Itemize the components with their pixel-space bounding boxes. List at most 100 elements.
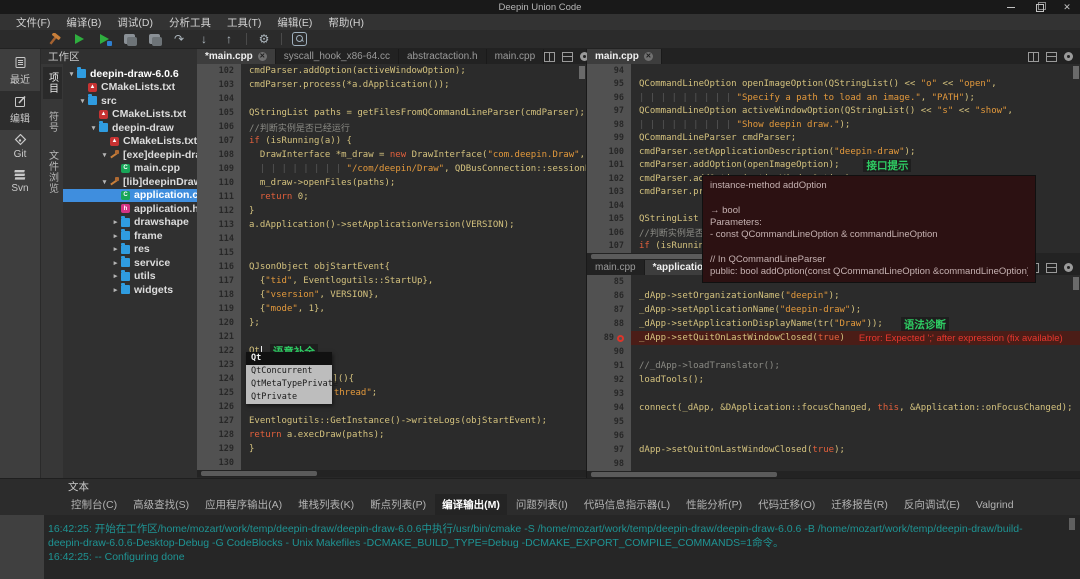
line-number[interactable]: 110 — [197, 176, 241, 190]
line-number[interactable]: 104 — [587, 199, 631, 213]
line-number[interactable]: 113 — [197, 218, 241, 232]
line-number[interactable]: 111 — [197, 190, 241, 204]
editor-tab[interactable]: *main.cpp✕ — [197, 49, 276, 64]
editor-tab[interactable]: main.cpp — [587, 260, 645, 275]
line-number[interactable]: 107 — [587, 240, 631, 254]
line-number[interactable]: 98 — [587, 118, 631, 132]
completion-item[interactable]: QtConcurrent — [246, 365, 332, 378]
activity-item-最近[interactable]: 最近 — [0, 52, 40, 91]
minimize-button[interactable] — [1006, 2, 1016, 12]
right-bottom-editor-vscrollbar[interactable] — [1073, 277, 1079, 290]
breakpoint-icon[interactable] — [617, 335, 624, 342]
bottom-tab[interactable]: 问题列表(I) — [509, 494, 575, 515]
settings-gear-icon[interactable]: ⚙ — [256, 32, 272, 46]
bottom-tab[interactable]: 代码信息指示器(L) — [577, 494, 677, 515]
menu-item[interactable]: 编辑(E) — [269, 15, 320, 30]
menu-item[interactable]: 工具(T) — [219, 15, 269, 30]
expand-arrow-icon[interactable]: ▸ — [111, 245, 120, 253]
tree-item[interactable]: ▸utils — [63, 270, 197, 284]
line-number[interactable]: 103 — [197, 78, 241, 92]
line-number[interactable]: 104 — [197, 92, 241, 106]
line-number[interactable]: 105 — [197, 106, 241, 120]
line-number[interactable]: 97 — [587, 105, 631, 119]
tree-item[interactable]: Capplication.cpp — [63, 189, 197, 203]
close-group-icon[interactable] — [1064, 263, 1073, 272]
line-number[interactable]: 128 — [197, 428, 241, 442]
line-number[interactable]: 94 — [587, 64, 631, 78]
expand-arrow-icon[interactable]: ▸ — [111, 259, 120, 267]
expand-arrow-icon[interactable]: ▸ — [111, 218, 120, 226]
left-editor-vscrollbar[interactable] — [579, 66, 585, 79]
line-number[interactable]: 92 — [587, 373, 631, 387]
line-number[interactable]: 118 — [197, 288, 241, 302]
output-scrollbar[interactable] — [1069, 518, 1075, 530]
menu-item[interactable]: 调试(D) — [109, 15, 161, 30]
line-number[interactable]: 93 — [587, 387, 631, 401]
close-group-icon[interactable] — [1064, 52, 1073, 61]
line-number[interactable]: 89 — [587, 331, 631, 345]
tree-item[interactable]: ▸drawshape — [63, 216, 197, 230]
maximize-button[interactable] — [1034, 2, 1044, 12]
line-number[interactable]: 98 — [587, 457, 631, 471]
tree-item[interactable]: ▸res — [63, 243, 197, 257]
line-number[interactable]: 125 — [197, 386, 241, 400]
line-number[interactable]: 119 — [197, 302, 241, 316]
tree-item[interactable]: ▸widgets — [63, 283, 197, 297]
bottom-tab[interactable]: 高级查找(S) — [126, 494, 196, 515]
scrollbar-handle[interactable] — [201, 471, 317, 476]
right-bottom-editor-code[interactable]: 8586_dApp->setOrganizationName("deepin")… — [587, 275, 1080, 471]
tree-item[interactable]: Cmain.cpp — [63, 162, 197, 176]
tree-item[interactable]: ▾[exe]deepin-draw — [63, 148, 197, 162]
activity-item-编辑[interactable]: 编辑 — [0, 91, 40, 130]
line-number[interactable]: 101 — [587, 159, 631, 173]
workspace-tab-项目[interactable]: 项目 — [43, 67, 62, 99]
tree-item[interactable]: ▲CMakeLists.txt — [63, 81, 197, 95]
search-icon[interactable] — [291, 32, 307, 46]
step-over-icon[interactable]: ↷ — [171, 32, 187, 46]
split-horizontal-icon[interactable] — [1046, 52, 1057, 62]
line-number[interactable]: 102 — [587, 172, 631, 186]
line-number[interactable]: 123 — [197, 358, 241, 372]
split-horizontal-icon[interactable] — [1046, 263, 1057, 273]
line-number[interactable]: 95 — [587, 78, 631, 92]
bottom-tab[interactable]: 堆栈列表(K) — [291, 494, 361, 515]
build-output-console[interactable]: 16:42:25: 开始在工作区/home/mozart/work/temp/d… — [0, 515, 1080, 579]
bottom-tab[interactable]: Valgrind — [969, 496, 1021, 514]
collapse-arrow-icon[interactable]: ▾ — [89, 124, 98, 132]
collapse-arrow-icon[interactable]: ▾ — [78, 97, 87, 105]
line-number[interactable]: 91 — [587, 359, 631, 373]
close-button[interactable]: ✕ — [1062, 2, 1072, 12]
process-detach-icon[interactable] — [146, 32, 162, 46]
line-number[interactable]: 106 — [197, 120, 241, 134]
line-number[interactable]: 105 — [587, 213, 631, 227]
bottom-tab[interactable]: 代码迁移(O) — [751, 494, 822, 515]
line-number[interactable]: 117 — [197, 274, 241, 288]
left-editor-code[interactable]: 102cmdParser.addOption(activeWindowOptio… — [197, 64, 586, 470]
process-attach-icon[interactable] — [121, 32, 137, 46]
line-number[interactable]: 112 — [197, 204, 241, 218]
line-number[interactable]: 90 — [587, 345, 631, 359]
line-number[interactable]: 99 — [587, 132, 631, 146]
activity-item-Svn[interactable]: Svn — [0, 165, 40, 199]
line-number[interactable]: 94 — [587, 401, 631, 415]
tab-close-icon[interactable]: ✕ — [258, 52, 267, 61]
menu-item[interactable]: 文件(F) — [8, 15, 58, 30]
split-horizontal-icon[interactable] — [562, 52, 573, 62]
line-number[interactable]: 107 — [197, 134, 241, 148]
bottom-tab[interactable]: 迁移报告(R) — [824, 494, 895, 515]
line-number[interactable]: 109 — [197, 162, 241, 176]
completion-item[interactable]: QtMetaTypePrivate — [246, 378, 332, 391]
menu-item[interactable]: 编译(B) — [58, 15, 109, 30]
bottom-tab[interactable]: 反向调试(E) — [897, 494, 967, 515]
tab-close-icon[interactable]: ✕ — [644, 52, 653, 61]
line-number[interactable]: 116 — [197, 260, 241, 274]
step-into-icon[interactable]: ↓ — [196, 32, 212, 46]
line-number[interactable]: 102 — [197, 64, 241, 78]
line-number[interactable]: 127 — [197, 414, 241, 428]
bottom-tab[interactable]: 断点列表(P) — [363, 494, 433, 515]
completion-item[interactable]: QtPrivate — [246, 391, 332, 404]
line-number[interactable]: 122 — [197, 344, 241, 358]
activity-item-Git[interactable]: Git — [0, 130, 40, 165]
line-number[interactable]: 124 — [197, 372, 241, 386]
bottom-tab[interactable]: 编译输出(M) — [435, 494, 507, 515]
